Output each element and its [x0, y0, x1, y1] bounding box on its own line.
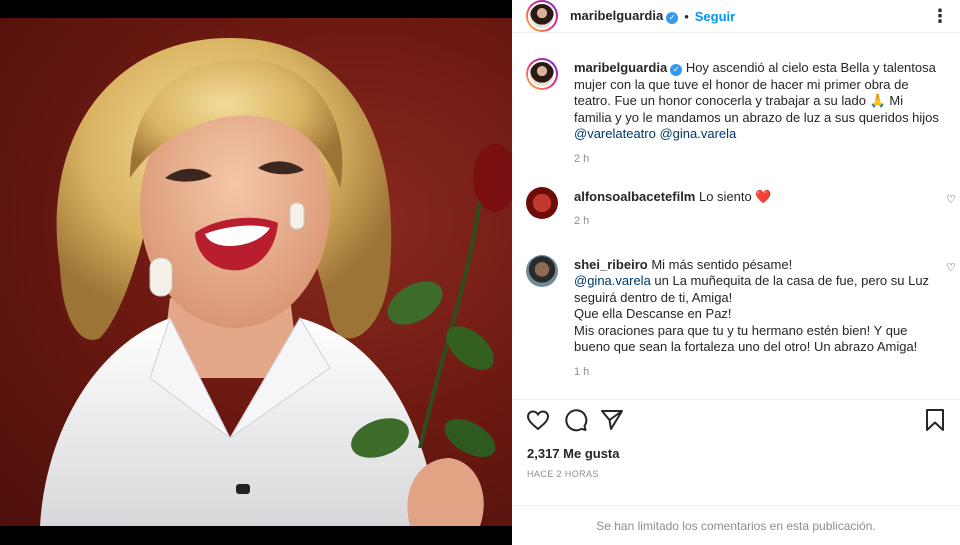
red-heart-emoji: ❤️ [755, 188, 772, 204]
mention-gina-varela[interactable]: @gina.varela [574, 273, 651, 288]
comment-body-line3: Que ella Descanse en Paz! [574, 306, 732, 321]
post-details-panel: maribelguardia ✓ • Seguir ⋮ maribelguardi… [512, 0, 960, 545]
comment-body-line4: Mis oraciones para que tu y tu hermano e… [574, 322, 918, 355]
comments-section[interactable]: maribelguardia ✓ Hoy ascendió al cielo es… [512, 44, 960, 389]
comment-body: Lo siento [695, 188, 756, 204]
comment-item: shei_ribeiro Mi más sentido pésame! @gin… [512, 254, 960, 378]
post-photo-illustration [40, 38, 512, 526]
comments-limited-notice: Se han limitado los comentarios en esta … [512, 505, 960, 545]
caption-item: maribelguardia ✓ Hoy ascendió al cielo es… [512, 44, 960, 165]
post-photo[interactable] [0, 18, 512, 526]
caption-text: maribelguardia ✓ Hoy ascendió al cielo es… [574, 44, 944, 143]
commenter-avatar[interactable] [526, 186, 558, 219]
comment-text: alfonsoalbacetefilm Lo siento ❤️ [574, 187, 944, 206]
bookmark-icon[interactable] [924, 408, 946, 437]
photo-panel [0, 0, 512, 545]
likes-count[interactable]: 2,317 Me gusta [527, 446, 620, 461]
like-heart-icon[interactable] [526, 408, 550, 437]
post-timestamp[interactable]: HACE 2 HORAS [527, 469, 599, 479]
verified-badge-icon: ✓ [666, 12, 679, 24]
caption-username[interactable]: maribelguardia [574, 60, 667, 75]
comment-body-line1: Mi más sentido pésame! [647, 256, 793, 272]
caption-time[interactable]: 2 h [574, 153, 944, 165]
instagram-post-view: maribelguardia ✓ • Seguir ⋮ maribelguardi… [0, 0, 960, 545]
separator-dot: • [684, 8, 689, 24]
commenter-avatar[interactable] [526, 254, 558, 287]
mention-varelateatro[interactable]: @varelateatro [574, 126, 656, 141]
verified-badge-icon: ✓ [670, 64, 683, 76]
author-avatar[interactable] [526, 0, 558, 32]
comment-username[interactable]: alfonsoalbacetefilm [574, 189, 695, 204]
caption-author-avatar[interactable] [526, 58, 558, 90]
action-bar [512, 399, 960, 439]
comment-item: alfonsoalbacetefilm Lo siento ❤️ 2 h ♡ [512, 186, 960, 235]
comment-like-heart-icon[interactable]: ♡ [946, 193, 956, 206]
more-options-icon[interactable]: ⋮ [931, 6, 950, 27]
comment-text: shei_ribeiro Mi más sentido pésame! @gin… [574, 255, 944, 356]
author-username-wrap: maribelguardia ✓ [570, 7, 679, 25]
comment-time[interactable]: 1 h [574, 366, 944, 378]
post-header: maribelguardia ✓ • Seguir ⋮ [512, 0, 960, 33]
comment-icon[interactable] [564, 408, 588, 437]
paper-plane-icon[interactable] [600, 408, 624, 437]
follow-button[interactable]: Seguir [695, 9, 735, 24]
comment-username[interactable]: shei_ribeiro [574, 257, 648, 272]
mention-gina-varela[interactable]: @gina.varela [659, 126, 736, 141]
comment-time[interactable]: 2 h [574, 215, 944, 227]
author-username[interactable]: maribelguardia [570, 8, 663, 23]
comment-like-heart-icon[interactable]: ♡ [946, 261, 956, 274]
